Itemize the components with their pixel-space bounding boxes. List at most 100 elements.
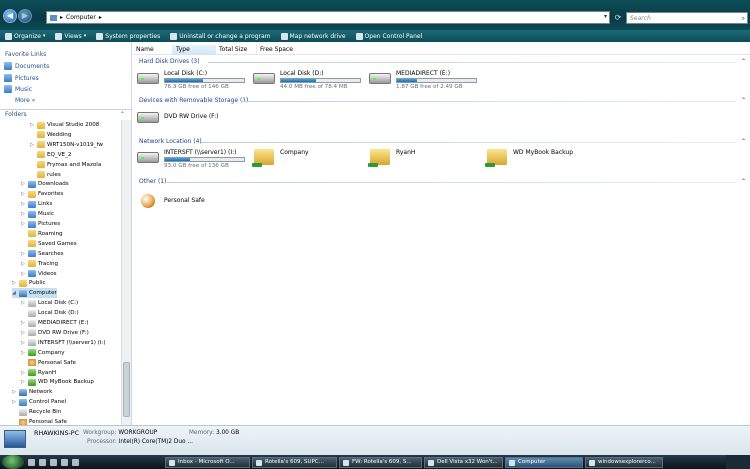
- expand-arrow-icon[interactable]: ▷: [21, 251, 26, 257]
- refresh-icon[interactable]: ⟳: [612, 11, 624, 24]
- more-links[interactable]: More »: [15, 97, 35, 104]
- expand-arrow-icon[interactable]: ▷: [21, 211, 26, 217]
- expand-arrow-icon[interactable]: ▷: [21, 201, 26, 207]
- quick-launch-icon[interactable]: [28, 458, 35, 466]
- back-button[interactable]: ◀: [3, 9, 17, 23]
- tree-item[interactable]: ▷ INTERSFT (\\server1) (I:): [21, 338, 106, 348]
- expand-arrow-icon[interactable]: ▷: [21, 261, 26, 267]
- tree-item[interactable]: ▷ Downloads: [21, 179, 69, 189]
- tree-item[interactable]: ▷ Visual Studio 2008: [30, 120, 99, 130]
- tree-item[interactable]: Personal Safe: [21, 358, 76, 368]
- expand-arrow-icon[interactable]: ▷: [21, 271, 26, 277]
- drive-item[interactable]: RyanH: [368, 148, 415, 167]
- column-name[interactable]: Name: [133, 45, 173, 55]
- expand-arrow-icon[interactable]: ▷: [21, 320, 26, 326]
- taskbar-button[interactable]: Rotella's 609, SUPC...: [252, 457, 337, 468]
- collapse-group-icon[interactable]: ⌃: [741, 58, 746, 65]
- forward-button[interactable]: ▶: [18, 9, 32, 23]
- expand-arrow-icon[interactable]: ▷: [21, 181, 26, 187]
- group-header[interactable]: Devices with Removable Storage (1): [139, 97, 248, 104]
- drive-item[interactable]: Local Disk (D:) 44.0 MB free of 78.4 MB: [252, 69, 361, 90]
- quick-launch-icon[interactable]: [39, 458, 46, 466]
- tree-item[interactable]: ▷ Music: [21, 209, 54, 219]
- tree-item[interactable]: Frymax and Mazola: [30, 160, 101, 170]
- taskbar-button[interactable]: FW: Rotella's 609, S...: [339, 457, 422, 468]
- collapse-group-icon[interactable]: ⌃: [741, 138, 746, 145]
- expand-arrow-icon[interactable]: ◢: [12, 290, 17, 296]
- drive-item[interactable]: Personal Safe: [136, 192, 205, 210]
- group-header[interactable]: Hard Disk Drives (3): [139, 58, 200, 65]
- taskbar-button[interactable]: Dell Vista x32 Won't...: [424, 457, 503, 468]
- expand-arrow-icon[interactable]: ▷: [21, 330, 26, 336]
- quick-launch-icon[interactable]: [50, 458, 57, 466]
- expand-arrow-icon[interactable]: ▷: [30, 142, 35, 148]
- tree-item[interactable]: ▷ Company: [21, 348, 65, 358]
- drive-item[interactable]: INTERSFT (\\server1) (I:) 93.0 GB free of…: [136, 148, 245, 169]
- tree-item[interactable]: ▷ Pictures: [21, 219, 60, 229]
- tree-item[interactable]: ▷ DVD RW Drive (F:): [21, 328, 89, 338]
- tree-item[interactable]: ▷ Control Panel: [12, 397, 66, 407]
- tree-item[interactable]: ▷ Links: [21, 199, 52, 209]
- tree-item[interactable]: ▷ Favorites: [21, 189, 63, 199]
- taskbar-button[interactable]: Computer: [505, 457, 583, 468]
- taskbar-button[interactable]: Inbox - Microsoft O...: [165, 457, 250, 468]
- expand-arrow-icon[interactable]: ▷: [21, 350, 26, 356]
- group-header[interactable]: Other (1): [139, 178, 166, 185]
- tree-item[interactable]: ▷ WD MyBook Backup: [21, 377, 94, 387]
- expand-arrow-icon[interactable]: ▷: [12, 389, 17, 395]
- tree-item[interactable]: Wedding: [30, 130, 71, 140]
- tree-item[interactable]: ◢ Computer: [12, 288, 57, 299]
- column-free-space[interactable]: Free Space: [257, 45, 301, 55]
- drive-item[interactable]: DVD RW Drive (F:): [136, 108, 219, 126]
- tree-item[interactable]: ▷ WRT150N-v1019_fw: [30, 140, 103, 150]
- taskbar-button[interactable]: windowsexplorerco...: [585, 457, 663, 468]
- quick-launch-icon[interactable]: [61, 458, 68, 466]
- address-bar[interactable]: ▸ Computer ▸ ▾: [46, 11, 610, 24]
- tree-item[interactable]: Local Disk (D:): [21, 308, 79, 318]
- expand-arrow-icon[interactable]: ▷: [12, 280, 17, 286]
- tree-item[interactable]: ▷ Videos: [21, 269, 57, 279]
- expand-arrow-icon[interactable]: ▷: [21, 370, 26, 376]
- tree-item[interactable]: ▷ RyanH: [21, 368, 56, 378]
- quick-launch-icon[interactable]: [72, 458, 79, 466]
- expand-arrow-icon[interactable]: ▷: [21, 300, 26, 306]
- tree-item[interactable]: Recycle Bin: [12, 407, 61, 417]
- expand-arrow-icon[interactable]: ▷: [21, 221, 26, 227]
- expand-arrow-icon[interactable]: ▷: [21, 340, 26, 346]
- tree-item[interactable]: rules: [30, 170, 61, 180]
- scrollbar-thumb[interactable]: [123, 362, 130, 417]
- column-type[interactable]: Type: [173, 45, 216, 55]
- tree-item[interactable]: ▷ Local Disk (C:): [21, 298, 78, 308]
- toolbar-button-organize[interactable]: Organize ▾: [0, 30, 50, 42]
- toolbar-button-map-network-drive[interactable]: Map network drive: [276, 30, 351, 42]
- collapse-group-icon[interactable]: ⌃: [741, 178, 746, 185]
- tree-item[interactable]: ▷ Network: [12, 387, 52, 397]
- tree-item[interactable]: ▷ Public: [12, 278, 46, 288]
- column-total-size[interactable]: Total Size: [216, 45, 257, 55]
- favorite-link-pictures[interactable]: Pictures: [4, 74, 39, 82]
- toolbar-button-uninstall-or-change-a-program[interactable]: Uninstall or change a program: [165, 30, 275, 42]
- folders-header[interactable]: Folders ⌃: [0, 109, 131, 119]
- breadcrumb-chevron-icon[interactable]: ▸: [99, 14, 102, 21]
- tree-item[interactable]: Saved Games: [21, 239, 77, 249]
- drive-item[interactable]: Company: [252, 148, 309, 167]
- system-tray[interactable]: [726, 455, 750, 469]
- tree-scrollbar[interactable]: [121, 120, 131, 425]
- tree-item[interactable]: ▷ Tracing: [21, 259, 58, 269]
- drive-item[interactable]: Local Disk (C:) 76.3 GB free of 146 GB: [136, 69, 245, 90]
- search-input[interactable]: Search ⌕: [626, 12, 748, 24]
- expand-arrow-icon[interactable]: ▷: [30, 122, 35, 128]
- toolbar-button-open-control-panel[interactable]: Open Control Panel: [351, 30, 428, 42]
- start-button[interactable]: [2, 455, 24, 469]
- tree-item[interactable]: EQ_VE_2: [30, 150, 71, 160]
- tree-item[interactable]: ▷ MEDIADIRECT (E:): [21, 318, 88, 328]
- collapse-group-icon[interactable]: ⌃: [741, 97, 746, 104]
- toolbar-button-views[interactable]: Views ▾: [50, 30, 91, 42]
- group-header[interactable]: Network Location (4): [139, 138, 202, 145]
- address-dropdown-icon[interactable]: ▾: [604, 13, 607, 20]
- tree-item[interactable]: Personal Safe: [12, 417, 67, 425]
- tree-item[interactable]: Roaming: [21, 229, 63, 239]
- expand-arrow-icon[interactable]: ▷: [21, 191, 26, 197]
- breadcrumb-chevron-icon[interactable]: ▸: [60, 14, 63, 21]
- search-icon[interactable]: ⌕: [742, 13, 745, 24]
